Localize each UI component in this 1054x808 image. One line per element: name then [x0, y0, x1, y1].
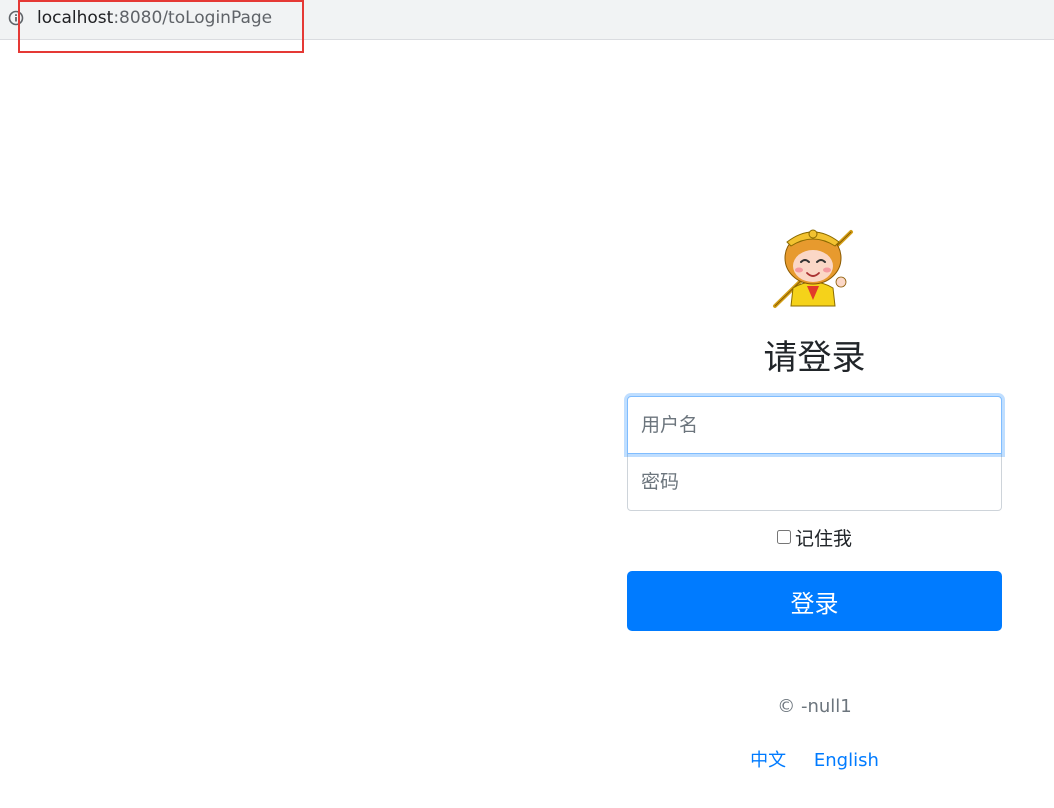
password-input[interactable] [627, 453, 1002, 511]
remember-me-label-wrap[interactable]: 记住我 [776, 528, 852, 550]
lang-chinese-link[interactable]: 中文 [750, 750, 786, 771]
lang-english-link[interactable]: English [814, 750, 879, 771]
remember-me-row: 记住我 [627, 527, 1002, 551]
language-switcher: 中文 English [627, 749, 1002, 773]
copyright-text: © -null1 [777, 696, 852, 717]
annotation-highlight-box [18, 0, 304, 53]
monkey-king-logo [772, 229, 853, 308]
login-button[interactable]: 登录 [627, 571, 1002, 631]
username-input[interactable] [627, 396, 1002, 454]
login-form: 请登录 记住我 登录 © -null1 中文 English [627, 210, 1002, 773]
remember-me-label: 记住我 [794, 528, 852, 550]
page-title: 请登录 [763, 338, 866, 378]
remember-me-checkbox[interactable] [776, 530, 791, 544]
